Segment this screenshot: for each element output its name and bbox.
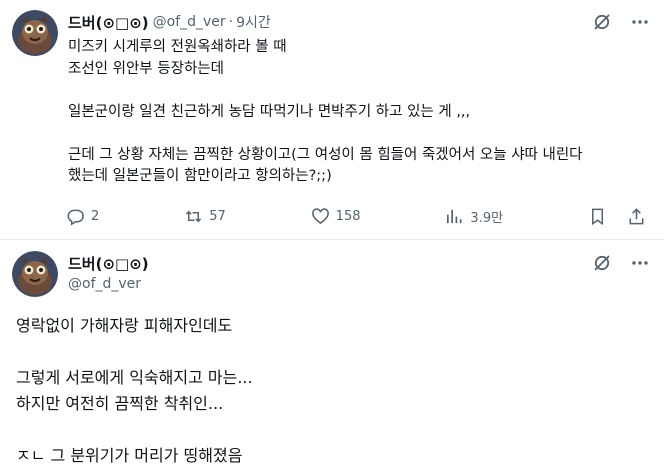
repost-count: 57 [209, 208, 226, 224]
share-button[interactable] [627, 207, 646, 226]
text-line [68, 80, 653, 102]
avatar-image [12, 10, 58, 56]
avatar[interactable] [12, 10, 58, 56]
text-line: ㅈㄴ 그 분위기가 머리가 띵해졌음 [16, 446, 243, 465]
text-line [16, 339, 656, 365]
display-name[interactable]: 드버(⊙□⊙) [68, 254, 149, 274]
text-line: 일본군이랑 일견 친근하게 농담 따먹기나 면박주기 하고 있는 게 ,,, [68, 103, 471, 120]
heart-icon [311, 207, 329, 224]
reply-button[interactable]: 2 [66, 207, 99, 226]
text-line: 근데 그 상황 자체는 끔찍한 상황이고(그 여성이 몸 힘들어 죽겠어서 오늘… [68, 146, 583, 163]
bookmark-icon [591, 208, 603, 225]
tweet-text: 미즈키 시게루의 전원옥쇄하라 볼 때 조선인 위안부 등장하는데 일본군이랑 … [68, 37, 653, 188]
more-icon[interactable] [630, 253, 650, 273]
text-line: 했는데 일본군들이 함만이라고 항의하는?;;) [68, 168, 332, 184]
text-line: 하지만 여전히 끔찍한 착취인... [16, 394, 224, 413]
reply-count: 2 [91, 208, 100, 224]
timestamp[interactable]: 9시간 [236, 12, 271, 32]
tweet-header: 드버(⊙□⊙) @of_d_ver · 9시간 [68, 12, 271, 32]
tweet-extra-actions [588, 207, 646, 226]
bookmark-button[interactable] [588, 207, 607, 226]
text-line [68, 123, 653, 145]
text-line: 그렇게 서로에게 익숙해지고 마는... [16, 368, 253, 387]
avatar-image [12, 251, 58, 297]
views-icon [447, 209, 462, 223]
tweet-top-actions [592, 12, 650, 32]
text-line: 미즈키 시게루의 전원옥쇄하라 볼 때 [68, 39, 287, 55]
separator-dot: · [228, 14, 234, 30]
more-icon[interactable] [630, 12, 650, 32]
tweet-text: 영락없이 가해자랑 피해자인데도 그렇게 서로에게 익숙해지고 마는... 하지… [16, 313, 656, 469]
user-handle[interactable]: @of_d_ver [68, 274, 149, 294]
display-name[interactable]: 드버(⊙□⊙) [68, 12, 149, 33]
like-button[interactable]: 158 [311, 207, 361, 226]
grok-icon[interactable] [592, 253, 612, 273]
views-count: 3.9만 [470, 210, 504, 226]
like-count: 158 [335, 208, 361, 224]
grok-icon[interactable] [592, 12, 612, 32]
views-button[interactable]: 3.9만 [445, 207, 503, 226]
user-handle[interactable]: @of_d_ver [153, 14, 226, 30]
text-line [16, 417, 656, 443]
text-line: 영락없이 가해자랑 피해자인데도 [16, 316, 233, 335]
engagement-bar: 2 57 158 3.9만 [66, 204, 646, 228]
tweet-1[interactable]: 드버(⊙□⊙) @of_d_ver · 9시간 미즈키 시게루의 전원옥쇄하라 … [0, 0, 664, 240]
text-line: 조선인 위안부 등장하는데 [68, 60, 224, 77]
repost-icon [186, 210, 202, 222]
reply-icon [67, 209, 84, 225]
share-icon [629, 207, 644, 224]
avatar[interactable] [12, 251, 58, 297]
tweet-top-actions [592, 253, 650, 273]
repost-button[interactable]: 57 [184, 207, 226, 226]
tweet-header: 드버(⊙□⊙) @of_d_ver [68, 254, 149, 294]
